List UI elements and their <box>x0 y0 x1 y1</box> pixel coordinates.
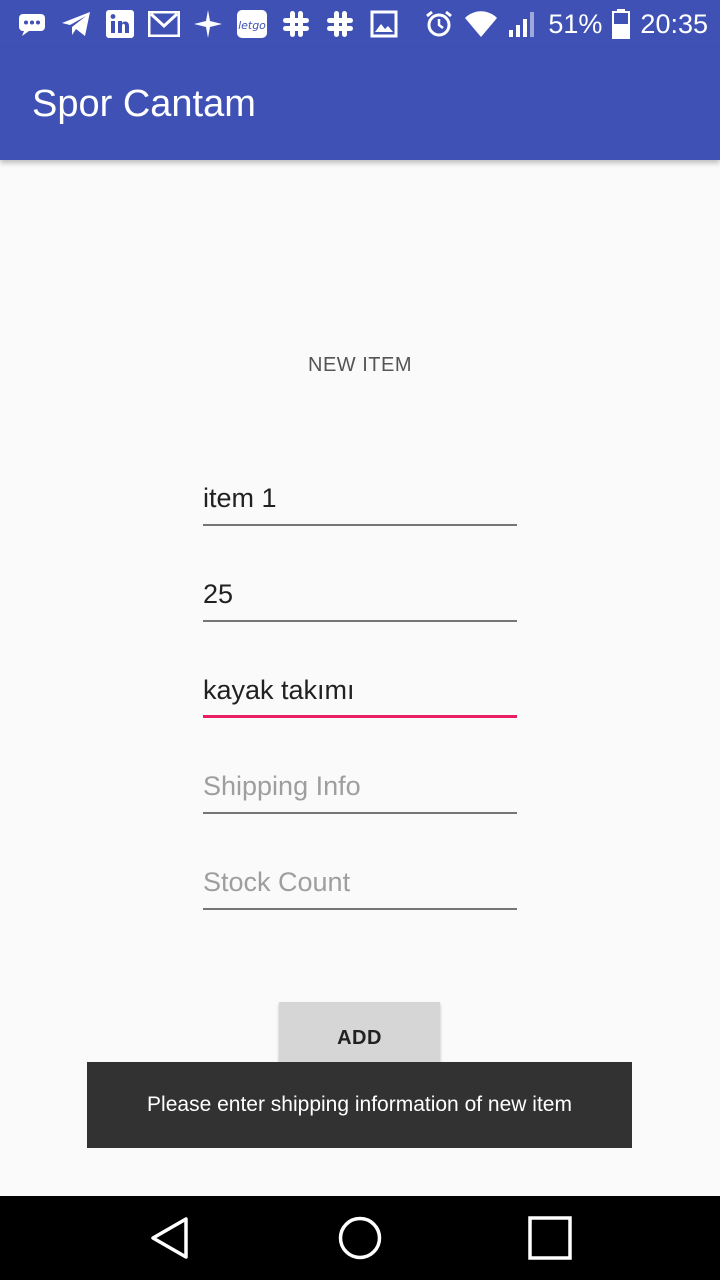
letgo-icon: letgo <box>236 8 268 40</box>
shipping-info-placeholder: Shipping Info <box>203 771 361 801</box>
home-button[interactable] <box>330 1210 390 1266</box>
form-title: NEW ITEM <box>308 354 412 376</box>
gmail-icon <box>148 8 180 40</box>
item-name-field[interactable]: item 1 <box>203 478 517 526</box>
alarm-icon <box>424 9 454 39</box>
app-bar: Spor Cantam <box>0 48 720 160</box>
stock-count-placeholder: Stock Count <box>203 867 351 897</box>
gallery-icon <box>368 8 400 40</box>
price-value: 25 <box>203 579 234 609</box>
recents-icon <box>528 1216 572 1260</box>
svg-text:letgo: letgo <box>238 19 266 32</box>
slack-icon <box>324 8 356 40</box>
battery-percentage: 51% <box>548 8 603 39</box>
signal-icon <box>508 10 538 38</box>
slack-icon <box>280 8 312 40</box>
item-name-value: item 1 <box>203 483 277 513</box>
description-field[interactable]: kayak takımı <box>203 670 517 718</box>
telegram-icon <box>60 8 92 40</box>
wifi-icon <box>464 10 498 38</box>
home-icon <box>338 1216 382 1260</box>
new-item-form: NEW ITEM item 1 25 kayak takımı Shipping… <box>0 160 720 1196</box>
recents-button[interactable] <box>520 1210 580 1266</box>
maps-icon <box>192 8 224 40</box>
toast-text: Please enter shipping information of new… <box>147 1093 572 1116</box>
toast-message: Please enter shipping information of new… <box>87 1062 632 1148</box>
shipping-info-field[interactable]: Shipping Info <box>203 766 517 814</box>
battery-icon <box>612 9 631 39</box>
description-value: kayak takımı <box>203 675 355 705</box>
app-title: Spor Cantam <box>32 83 256 125</box>
navigation-bar <box>0 1196 720 1280</box>
stock-count-field[interactable]: Stock Count <box>203 862 517 910</box>
back-icon <box>151 1217 188 1259</box>
status-bar: letgo 51% 20:35 <box>0 0 720 48</box>
status-indicators: 51% 20:35 <box>424 8 708 40</box>
linkedin-icon <box>104 8 136 40</box>
notification-icons: letgo <box>16 8 400 40</box>
price-field[interactable]: 25 <box>203 574 517 622</box>
messaging-icon <box>16 8 48 40</box>
back-button[interactable] <box>140 1210 200 1266</box>
clock: 20:35 <box>640 8 708 39</box>
